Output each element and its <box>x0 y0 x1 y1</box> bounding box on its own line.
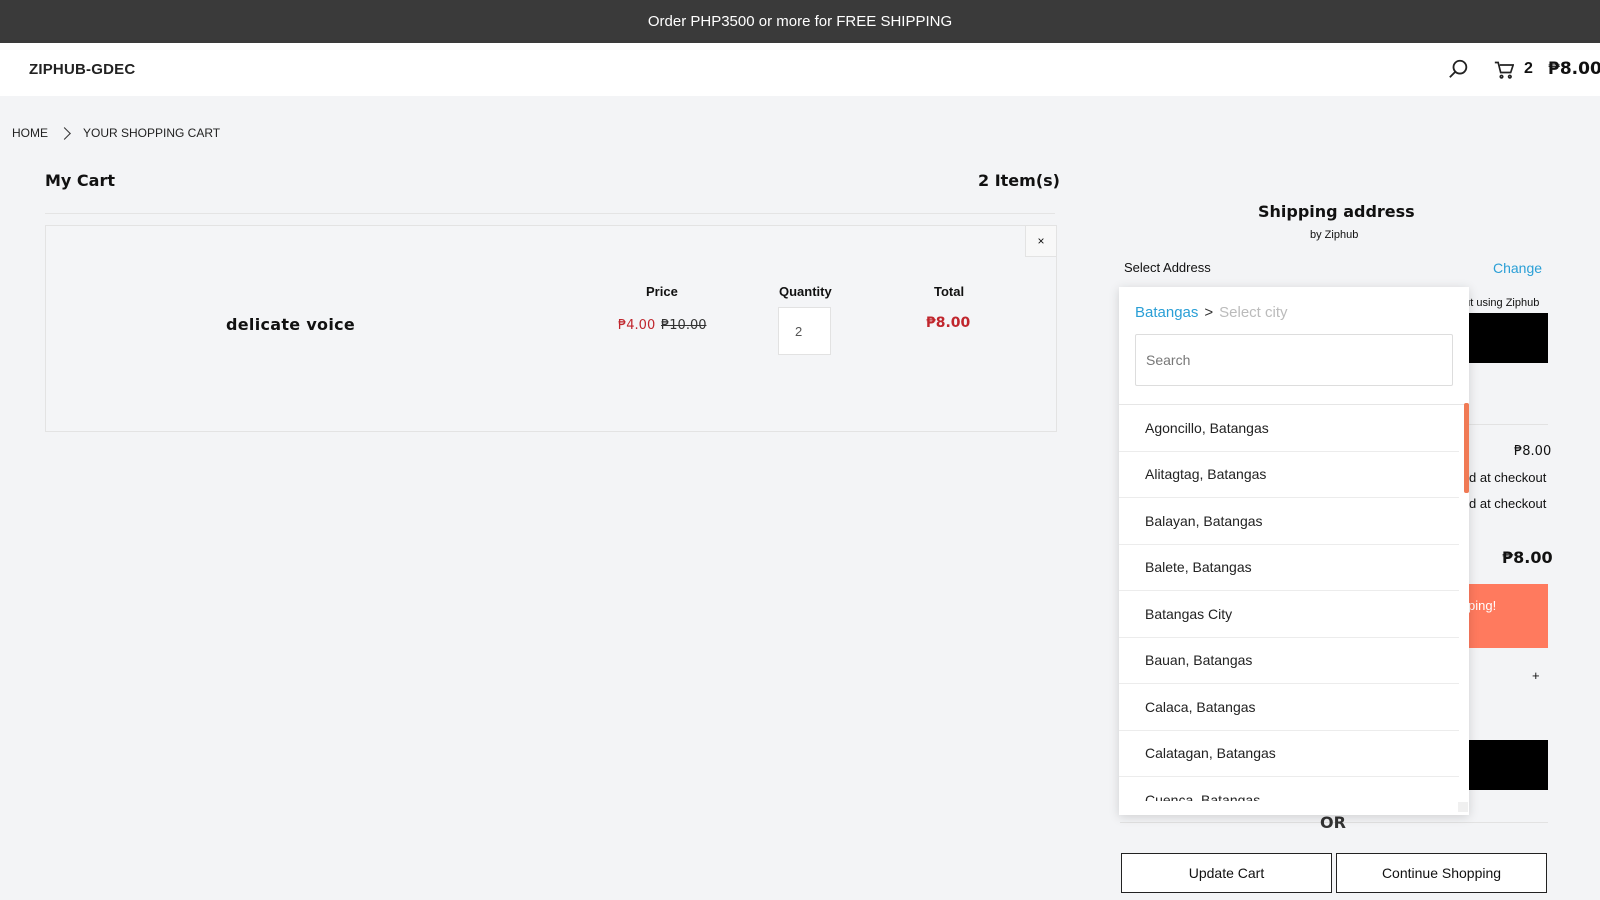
province-link[interactable]: Batangas <box>1135 304 1198 321</box>
city-placeholder: Select city <box>1219 304 1288 321</box>
update-cart-button[interactable]: Update Cart <box>1121 853 1332 893</box>
list-item[interactable]: Balayan, Batangas <box>1119 498 1459 545</box>
shipping-by: by Ziphub <box>1310 229 1359 241</box>
city-list: Agoncillo, Batangas Alitagtag, Batangas … <box>1119 404 1469 801</box>
scrollbar-corner <box>1458 802 1468 812</box>
list-item[interactable]: Batangas City <box>1119 591 1459 638</box>
item-name[interactable]: delicate voice <box>226 315 355 334</box>
item-price: ₱4.00 <box>618 318 656 333</box>
list-item[interactable]: Calatagan, Batangas <box>1119 731 1459 777</box>
continue-shopping-button[interactable]: Continue Shopping <box>1336 853 1547 893</box>
city-search-input[interactable] <box>1135 334 1453 386</box>
summary-subtotal: ₱8.00 <box>1514 444 1552 459</box>
total-header: Total <box>934 284 965 299</box>
list-item[interactable]: Calaca, Batangas <box>1119 684 1459 731</box>
cart-total-header[interactable]: ₱8.00 <box>1548 59 1600 79</box>
select-address-label: Select Address <box>1124 260 1211 275</box>
site-header: ZIPHUB-GDEC 2 ₱8.00 <box>0 43 1600 96</box>
brand-logo[interactable]: ZIPHUB-GDEC <box>29 61 135 78</box>
city-dropdown: Batangas > Select city Agoncillo, Batang… <box>1119 287 1469 815</box>
cart-item-row: × delicate voice Price Quantity Total ₱4… <box>45 225 1057 432</box>
list-item[interactable]: Balete, Batangas <box>1119 545 1459 591</box>
search-icon[interactable] <box>1448 58 1470 80</box>
item-line-total: ₱8.00 <box>926 315 971 331</box>
or-separator: OR <box>1320 813 1346 832</box>
dropdown-breadcrumb: Batangas > Select city <box>1135 304 1288 321</box>
cart-title: My Cart <box>45 171 115 190</box>
item-old-price: ₱10.00 <box>661 318 707 333</box>
divider <box>45 213 1055 214</box>
breadcrumb-current: YOUR SHOPPING CART <box>83 126 221 140</box>
promo-banner: Order PHP3500 or more for FREE SHIPPING <box>0 0 1600 43</box>
cart-count-badge[interactable]: 2 <box>1524 60 1533 78</box>
list-item[interactable]: Alitagtag, Batangas <box>1119 452 1459 498</box>
remove-item-button[interactable]: × <box>1025 226 1056 257</box>
expand-toggle[interactable]: + <box>1532 668 1540 683</box>
summary-shipping-note: d at checkout <box>1469 470 1547 485</box>
breadcrumb-home[interactable]: HOME <box>12 126 48 140</box>
summary-note: out using Ziphub <box>1458 297 1540 309</box>
list-item[interactable]: Cuenca, Batangas <box>1119 777 1459 801</box>
cart-icon[interactable] <box>1494 60 1514 80</box>
breadcrumb: HOME YOUR SHOPPING CART <box>12 126 220 140</box>
list-item[interactable]: Bauan, Batangas <box>1119 638 1459 684</box>
list-item[interactable]: Agoncillo, Batangas <box>1119 405 1459 452</box>
summary-total: ₱8.00 <box>1502 548 1553 567</box>
summary-tax-note: d at checkout <box>1469 496 1547 511</box>
quantity-header: Quantity <box>779 284 832 299</box>
change-address-link[interactable]: Change <box>1493 260 1542 276</box>
breadcrumb-separator: > <box>1204 304 1214 321</box>
quantity-input[interactable]: 2 <box>778 307 831 355</box>
price-header: Price <box>646 284 678 299</box>
shipping-title: Shipping address <box>1258 202 1415 221</box>
chevron-right-icon <box>58 126 71 140</box>
dropdown-scrollbar[interactable] <box>1464 403 1469 493</box>
promo-text: Order PHP3500 or more for FREE SHIPPING <box>647 13 953 30</box>
cart-item-count: 2 Item(s) <box>978 171 1060 190</box>
